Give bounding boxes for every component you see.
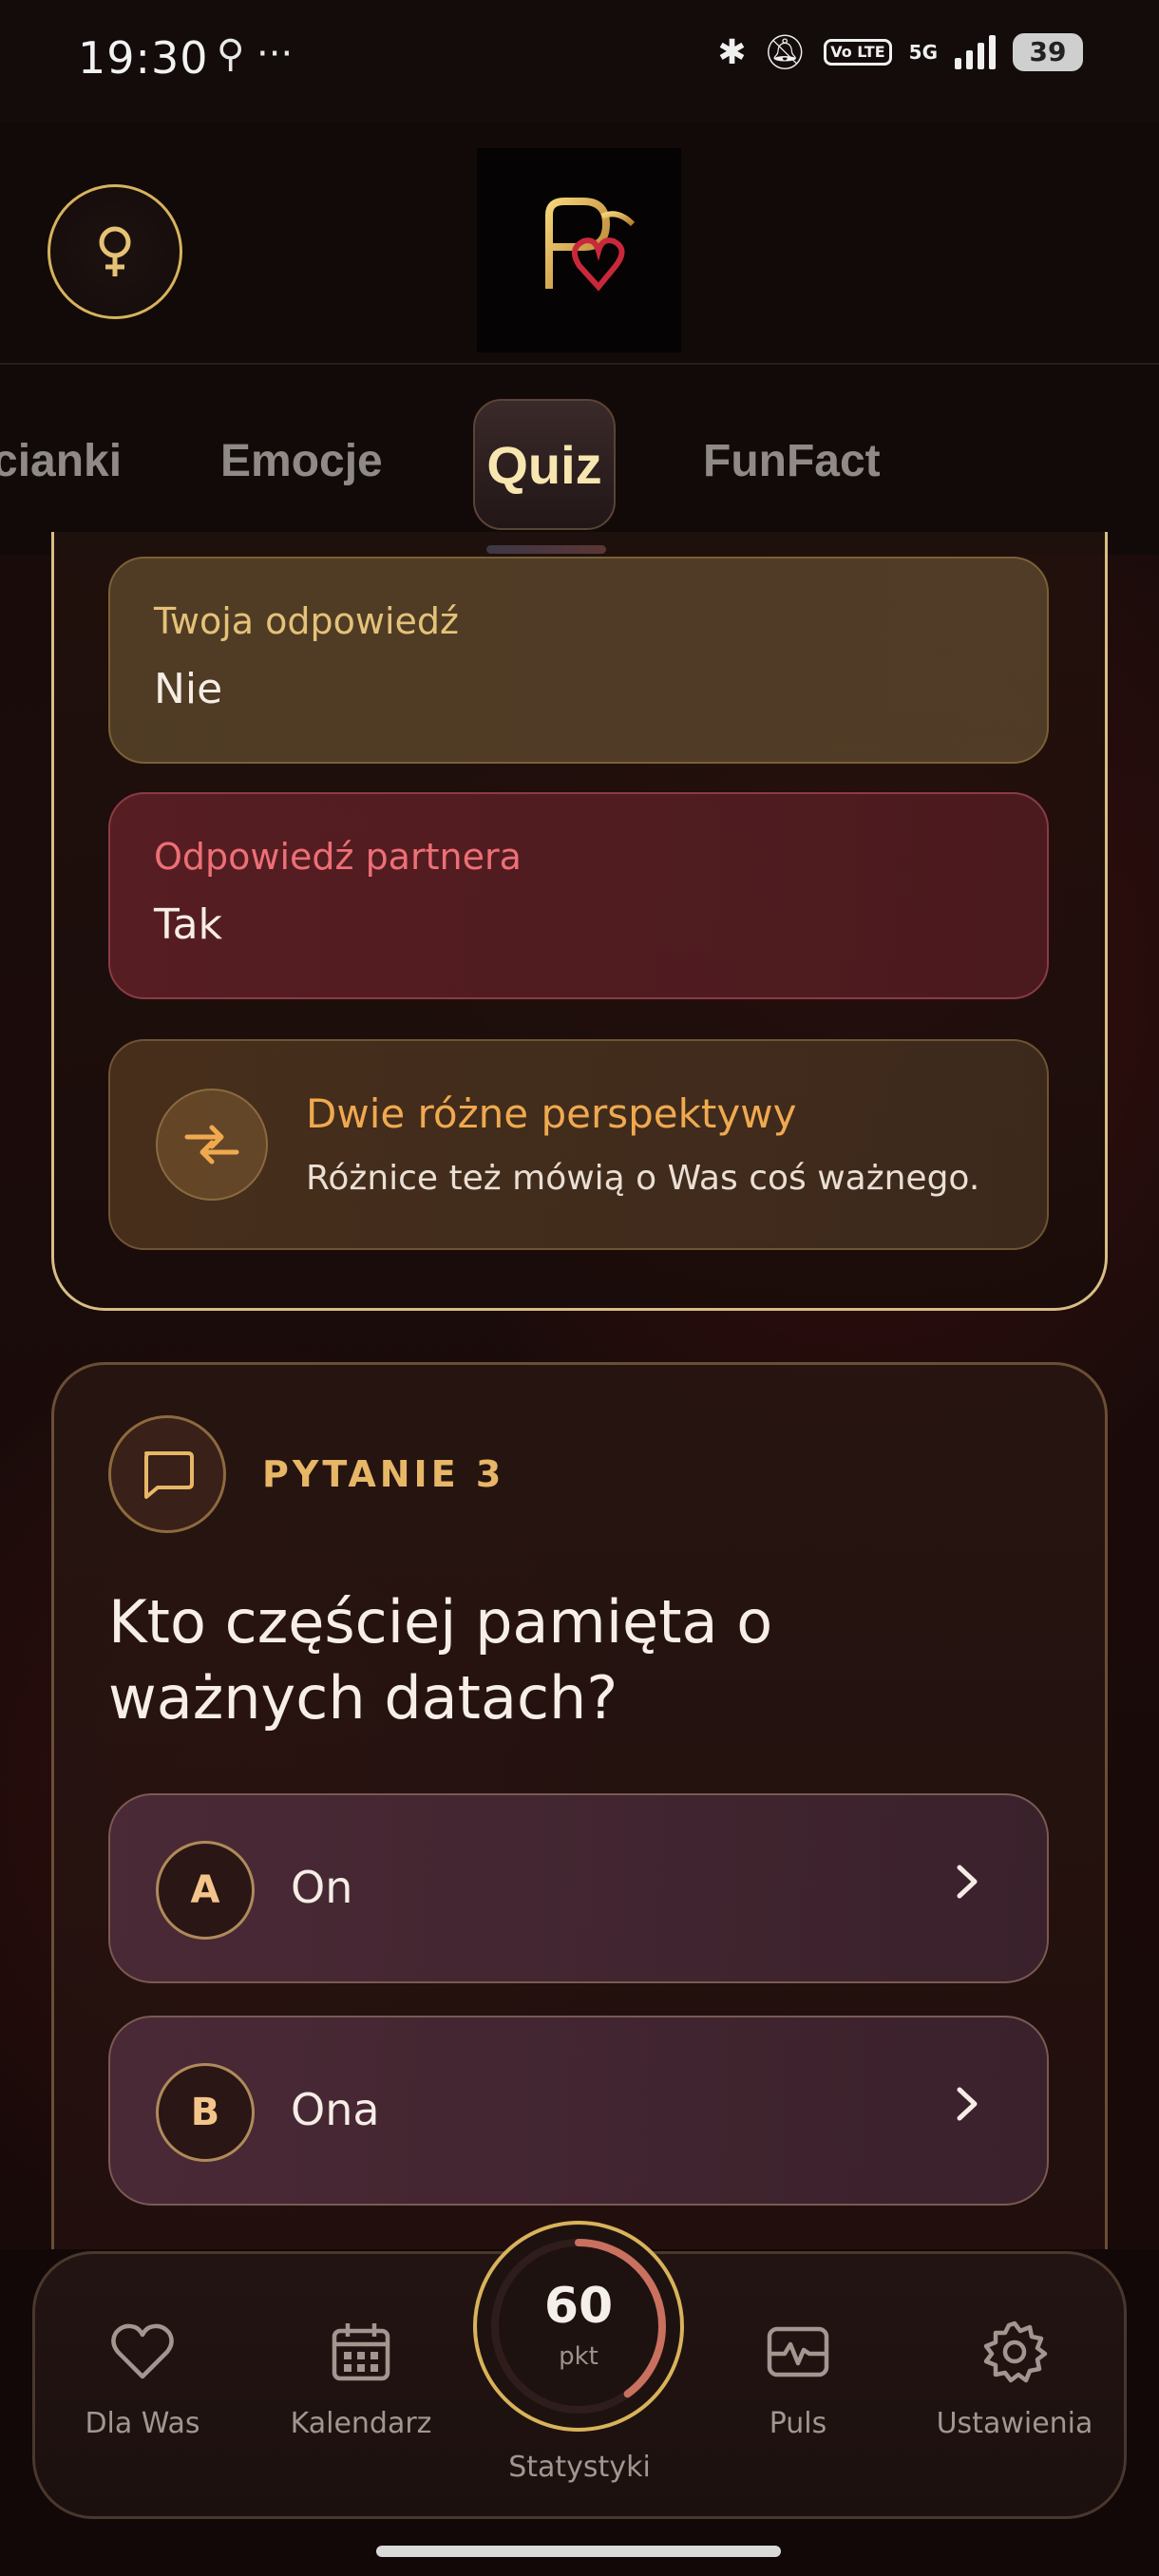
volte-icon: Vo LTE — [824, 39, 892, 66]
signal-icon — [955, 35, 996, 69]
option-text: Ona — [291, 2084, 380, 2135]
option-letter-badge: B — [156, 2063, 255, 2162]
app-header — [0, 122, 1159, 365]
battery-icon: 39 — [1013, 33, 1083, 71]
partner-answer-box: Odpowiedź partnera Tak — [108, 792, 1049, 999]
nav-label: Dla Was — [85, 2407, 200, 2440]
female-icon — [99, 226, 131, 276]
option-text: On — [291, 1862, 353, 1913]
nav-label: Kalendarz — [290, 2407, 432, 2440]
calendar-icon — [332, 2323, 390, 2381]
tab-ciekawostki[interactable]: cianki — [0, 435, 122, 487]
tab-emocje[interactable]: Emocje — [220, 435, 383, 487]
nav-puls[interactable]: Puls — [703, 2318, 893, 2440]
status-icons: ✱ 🔕︎ Vo LTE 5G 39 — [717, 32, 1083, 72]
stats-value: 60 — [543, 2278, 614, 2335]
mute-icon: 🔕︎ — [763, 33, 808, 72]
answer-option-b[interactable]: B Ona — [108, 2016, 1049, 2206]
question-number: PYTANIE 3 — [262, 1453, 505, 1495]
my-answer-label: Twoja odpowiedź — [154, 600, 459, 642]
tab-quiz[interactable]: Quiz — [473, 399, 616, 530]
chevron-right-icon — [957, 2087, 978, 2121]
stats-unit: pkt — [559, 2342, 598, 2371]
stats-button[interactable]: 60 pkt — [473, 2221, 684, 2432]
answer-option-a[interactable]: A On — [108, 1793, 1049, 1983]
nav-label: Puls — [769, 2407, 827, 2440]
tab-bar: cianki Emocje Quiz FunFact — [0, 365, 1159, 555]
partner-answer-value: Tak — [154, 900, 223, 949]
nav-label: Ustawienia — [936, 2407, 1093, 2440]
my-answer-value: Nie — [154, 665, 223, 713]
perspective-box: Dwie różne perspektywy Różnice też mówią… — [108, 1039, 1049, 1250]
nav-kalendarz[interactable]: Kalendarz — [266, 2318, 456, 2440]
status-notification-icons: ⚲ ··· — [217, 32, 294, 76]
swap-arrows-icon — [156, 1089, 268, 1201]
gear-icon — [983, 2320, 1048, 2383]
logo-icon — [544, 197, 635, 292]
pulse-icon — [767, 2326, 829, 2377]
perspective-title: Dwie różne perspektywy — [306, 1090, 797, 1137]
partner-answer-label: Odpowiedź partnera — [154, 836, 522, 878]
app-logo — [477, 148, 681, 352]
question-text: Kto częściej pamięta o ważnych datach? — [108, 1587, 773, 1733]
option-letter-badge: A — [156, 1841, 255, 1940]
chat-bubble-icon — [108, 1415, 226, 1533]
gender-toggle-button[interactable] — [48, 184, 182, 319]
status-bar: 19:30 ⚲ ··· ✱ 🔕︎ Vo LTE 5G 39 — [0, 0, 1159, 122]
home-indicator[interactable] — [376, 2546, 781, 2557]
heart-icon — [111, 2323, 174, 2379]
status-time: 19:30 — [78, 32, 209, 84]
chevron-right-icon — [957, 1865, 978, 1899]
network-type: 5G — [908, 41, 938, 64]
stats-label: Statystyki — [508, 2451, 651, 2484]
nav-dla-was[interactable]: Dla Was — [48, 2318, 238, 2440]
tab-funfact[interactable]: FunFact — [703, 435, 881, 487]
nav-ustawienia[interactable]: Ustawienia — [920, 2318, 1110, 2440]
perspective-subtitle: Różnice też mówią o Was coś ważnego. — [306, 1159, 980, 1198]
my-answer-box: Twoja odpowiedź Nie — [108, 557, 1049, 764]
bluetooth-icon: ✱ — [717, 32, 747, 72]
